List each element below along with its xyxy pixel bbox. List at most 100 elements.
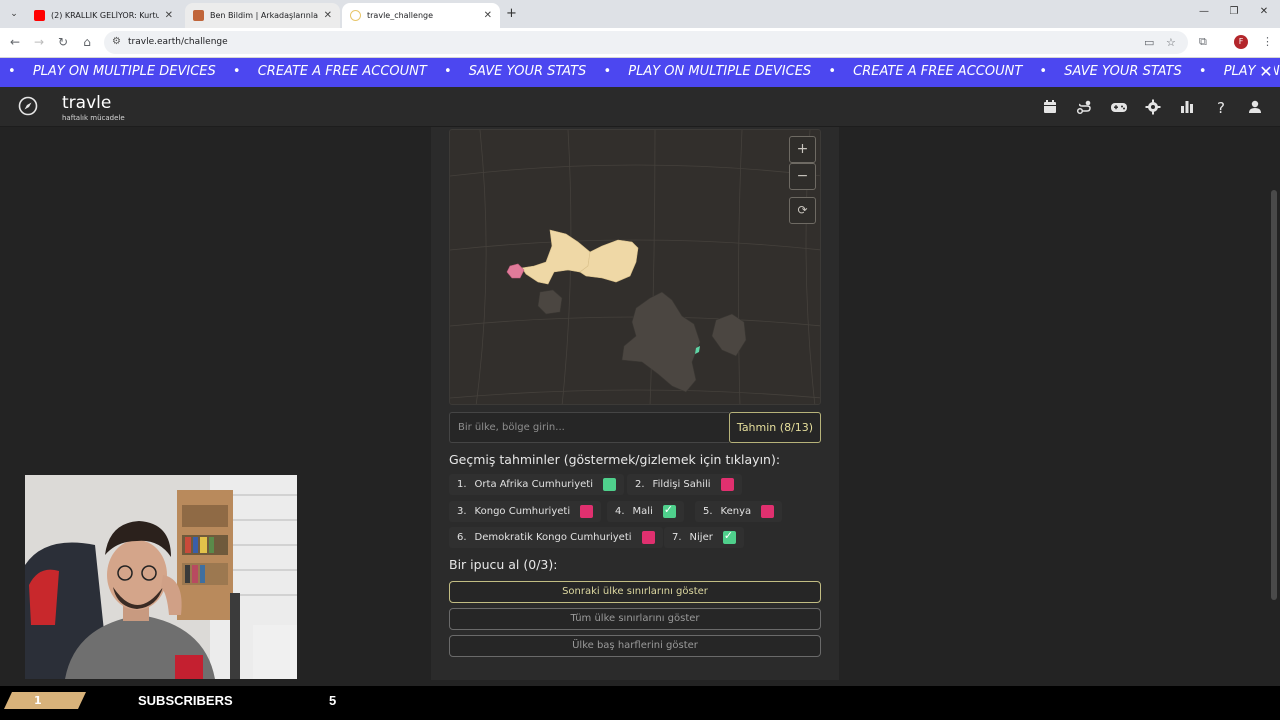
bookmark-star-icon[interactable]: ☆ [1166,36,1176,49]
close-tab-icon[interactable]: ✕ [165,10,173,21]
guess-country: Nijer [689,532,713,543]
status-check-icon [662,503,676,518]
guess-chip[interactable]: 3. Kongo Cumhuriyeti [449,501,602,522]
subscriber-rank-badge [4,692,86,709]
marquee-item: • [443,64,452,79]
map-country-kenya [711,313,747,357]
guess-country: Demokratik Kongo Cumhuriyeti [474,532,632,543]
guess-country: Kongo Cumhuriyeti [474,506,571,517]
marquee-item: • [828,64,836,79]
map-country-ivory-coast [537,289,563,315]
app-header: travle haftalık mücadele ? [0,87,1280,127]
tab-search-icon[interactable]: ⌄ [6,6,22,22]
close-window-icon[interactable]: ✕ [1257,6,1271,17]
close-tab-icon[interactable]: ✕ [484,10,492,21]
stats-bar-icon[interactable] [1178,98,1196,116]
travle-favicon-icon [350,10,361,21]
tab-title: travle_challenge [367,11,434,20]
app-subtitle: haftalık mücadele [62,114,125,122]
browser-toolbar: ← → ↻ ⌂ ⚙ travle.earth/challenge ▭ ☆ ⧉ F… [0,28,1280,58]
marquee-item: • [1198,64,1207,79]
browser-tab-travle[interactable]: travle_challenge ✕ [342,3,500,28]
guess-chip[interactable]: 7. Nijer [664,527,744,548]
tab-title: Ben Bildim | Arkadaşlarınla Onli [210,11,318,20]
guess-number: 1. [457,479,467,490]
guess-number: 4. [615,506,625,517]
promo-marquee[interactable]: • PLAY ON MULTIPLE DEVICES • CREATE A FR… [0,58,1280,87]
site-info-icon[interactable]: ⚙ [112,36,121,47]
marquee-item: CREATE A FREE ACCOUNT [853,64,1023,79]
gear-icon[interactable] [1144,98,1162,116]
guess-country: Mali [632,506,653,517]
back-icon[interactable]: ← [7,34,23,50]
menu-kebab-icon[interactable]: ⋮ [1262,35,1273,48]
map-country-niger [579,239,639,283]
marquee-item: • [8,64,16,79]
marquee-item: • [232,64,241,79]
app-title[interactable]: travle [62,93,111,113]
guess-chip[interactable]: 4. Mali [607,501,684,522]
address-bar[interactable]: ⚙ travle.earth/challenge ▭ ☆ [104,31,1188,54]
home-icon[interactable]: ⌂ [79,34,95,50]
marquee-item: • [1039,64,1048,79]
hint-next-border-button[interactable]: Sonraki ülke sınırlarını göster [449,581,821,603]
tab-title: (2) KRALLIK GELİYOR: Kurtuluş [51,11,159,20]
guess-country: Fildişi Sahili [652,479,711,490]
map-canvas [450,130,820,404]
hints-title: Bir ipucu al (0/3): [449,557,558,572]
subscriber-goal: 5 [329,693,337,708]
map-view[interactable]: + − ⟳ [449,129,821,405]
site-favicon-icon [193,10,204,21]
new-tab-button[interactable]: + [504,6,519,21]
gamepad-icon[interactable] [1109,98,1129,116]
hint-all-borders-button[interactable]: Tüm ülke sınırlarını göster [449,608,821,630]
guess-chip[interactable]: 5. Kenya [695,501,783,522]
guess-number: 2. [635,479,645,490]
guess-number: 7. [672,532,682,543]
compass-icon[interactable] [18,96,38,116]
guess-number: 5. [703,506,713,517]
webcam-illustration [25,475,297,679]
guess-number: 6. [457,532,467,543]
guess-chip[interactable]: 1. Orta Afrika Cumhuriyeti [449,474,624,495]
marquee-track: • PLAY ON MULTIPLE DEVICES • CREATE A FR… [8,64,1280,79]
svg-text:?: ? [1217,99,1225,116]
youtube-icon [34,10,45,21]
page-scrollbar[interactable] [1271,190,1277,600]
help-icon[interactable]: ? [1212,98,1230,116]
calendar-icon[interactable] [1041,98,1059,116]
route-icon[interactable] [1075,98,1093,116]
browser-tab-youtube[interactable]: (2) KRALLIK GELİYOR: Kurtuluş ✕ [26,3,181,28]
marquee-item: CREATE A FREE ACCOUNT [257,64,427,79]
user-icon[interactable] [1246,98,1264,116]
zoom-out-button[interactable]: − [789,163,816,190]
restore-icon[interactable]: ❐ [1227,6,1241,17]
status-red-icon [641,531,655,544]
history-title[interactable]: Geçmiş tahminler (göstermek/gizlemek içi… [449,452,780,467]
profile-avatar[interactable]: F [1234,35,1248,49]
reload-icon[interactable]: ↻ [55,34,71,50]
marquee-item: SAVE YOUR STATS [1064,64,1182,79]
status-red-icon [761,505,775,518]
guess-submit-button[interactable]: Tahmin (8/13) [729,412,821,443]
guess-chip[interactable]: 2. Fildişi Sahili [627,474,742,495]
zoom-in-button[interactable]: + [789,136,816,163]
country-guess-input[interactable] [449,412,729,443]
forward-icon[interactable]: → [31,34,47,50]
guess-chip[interactable]: 6. Demokratik Kongo Cumhuriyeti [449,527,663,548]
extensions-icon[interactable]: ⧉ [1199,35,1207,49]
browser-tab-benbildim[interactable]: Ben Bildim | Arkadaşlarınla Onli ✕ [185,3,340,28]
close-tab-icon[interactable]: ✕ [324,10,332,21]
map-country-highlight [506,263,525,279]
webcam-overlay [25,475,297,679]
marquee-close-button[interactable]: ✕ [1258,63,1274,81]
marquee-item: SAVE YOUR STATS [468,64,587,79]
hint-initials-button[interactable]: Ülke baş harflerini göster [449,635,821,657]
install-app-icon[interactable]: ▭ [1144,36,1154,49]
marquee-item: • [603,64,612,79]
minimize-icon[interactable]: — [1197,6,1211,17]
status-red-icon [720,478,734,491]
guess-country: Kenya [720,506,752,517]
reset-view-button[interactable]: ⟳ [789,197,816,224]
status-green-icon [602,478,616,491]
